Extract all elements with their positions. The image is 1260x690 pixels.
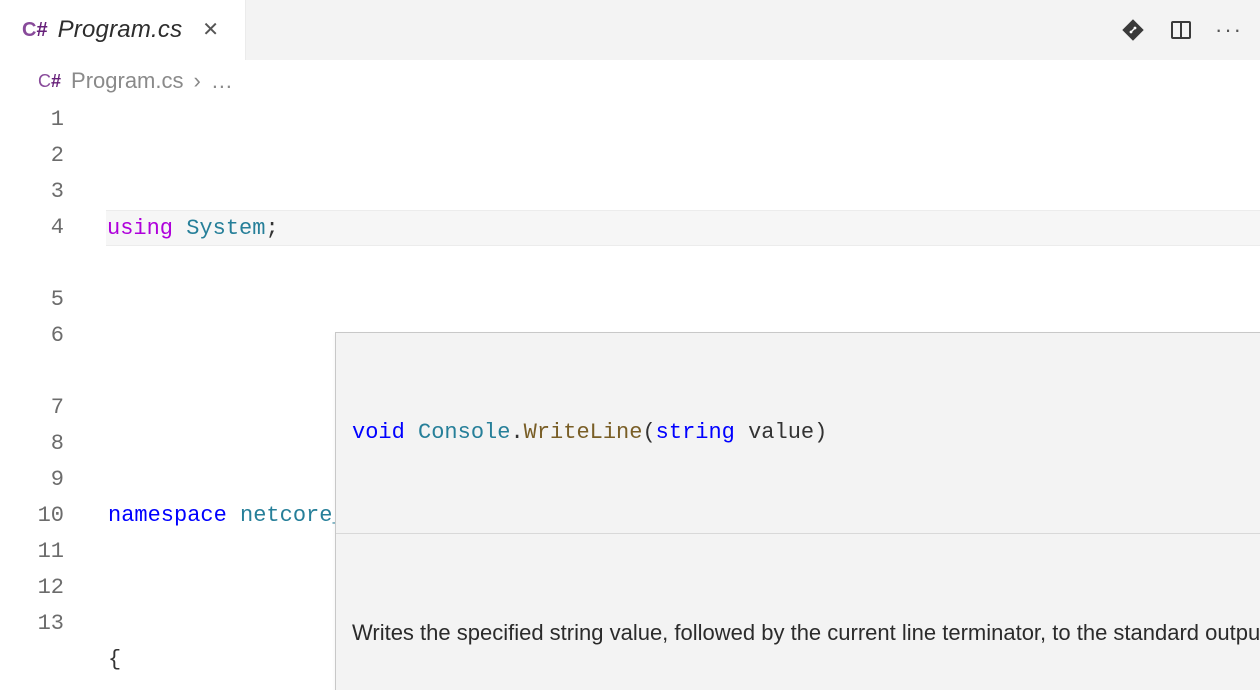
breadcrumb-file[interactable]: Program.cs — [71, 68, 183, 94]
line-number: 3 — [0, 174, 64, 210]
code-editor[interactable]: 1 2 3 4 5 6 7 8 9 10 11 12 13 using Syst… — [0, 102, 1260, 690]
line-number-gutter: 1 2 3 4 5 6 7 8 9 10 11 12 13 — [0, 102, 90, 690]
source-control-diff-icon[interactable] — [1120, 17, 1146, 43]
tab-bar: C# Program.cs ✕ ··· — [0, 0, 1260, 60]
line-number: 6 — [0, 318, 64, 354]
tab-title: Program.cs — [58, 16, 183, 44]
line-number: 5 — [0, 282, 64, 318]
chevron-right-icon: › — [194, 68, 201, 94]
line-number: 13 — [0, 606, 64, 642]
split-editor-icon[interactable] — [1168, 17, 1194, 43]
line-number: 10 — [0, 498, 64, 534]
line-number: 2 — [0, 138, 64, 174]
hover-signature: void Console.WriteLine(string value) — [336, 405, 1260, 461]
csharp-file-icon: C# — [22, 19, 48, 42]
tab-actions: ··· — [1120, 0, 1260, 60]
line-number: 11 — [0, 534, 64, 570]
breadcrumb[interactable]: C# Program.cs › … — [0, 60, 1260, 102]
code-line[interactable]: using System; — [106, 210, 1260, 246]
line-number: 7 — [0, 390, 64, 426]
line-number: 9 — [0, 462, 64, 498]
line-number: 12 — [0, 570, 64, 606]
more-actions-icon[interactable]: ··· — [1216, 17, 1242, 43]
hover-tooltip: void Console.WriteLine(string value) Wri… — [335, 332, 1260, 690]
line-number: 4 — [0, 210, 64, 246]
breadcrumb-more[interactable]: … — [211, 68, 233, 94]
line-number: 1 — [0, 102, 64, 138]
hover-description: Writes the specified string value, follo… — [336, 606, 1260, 664]
code-area[interactable]: using System; namespace netcore_console … — [90, 102, 1260, 690]
line-number: 8 — [0, 426, 64, 462]
csharp-file-icon: C# — [38, 71, 61, 92]
editor-tab-program-cs[interactable]: C# Program.cs ✕ — [0, 0, 246, 60]
close-icon[interactable]: ✕ — [198, 16, 223, 44]
